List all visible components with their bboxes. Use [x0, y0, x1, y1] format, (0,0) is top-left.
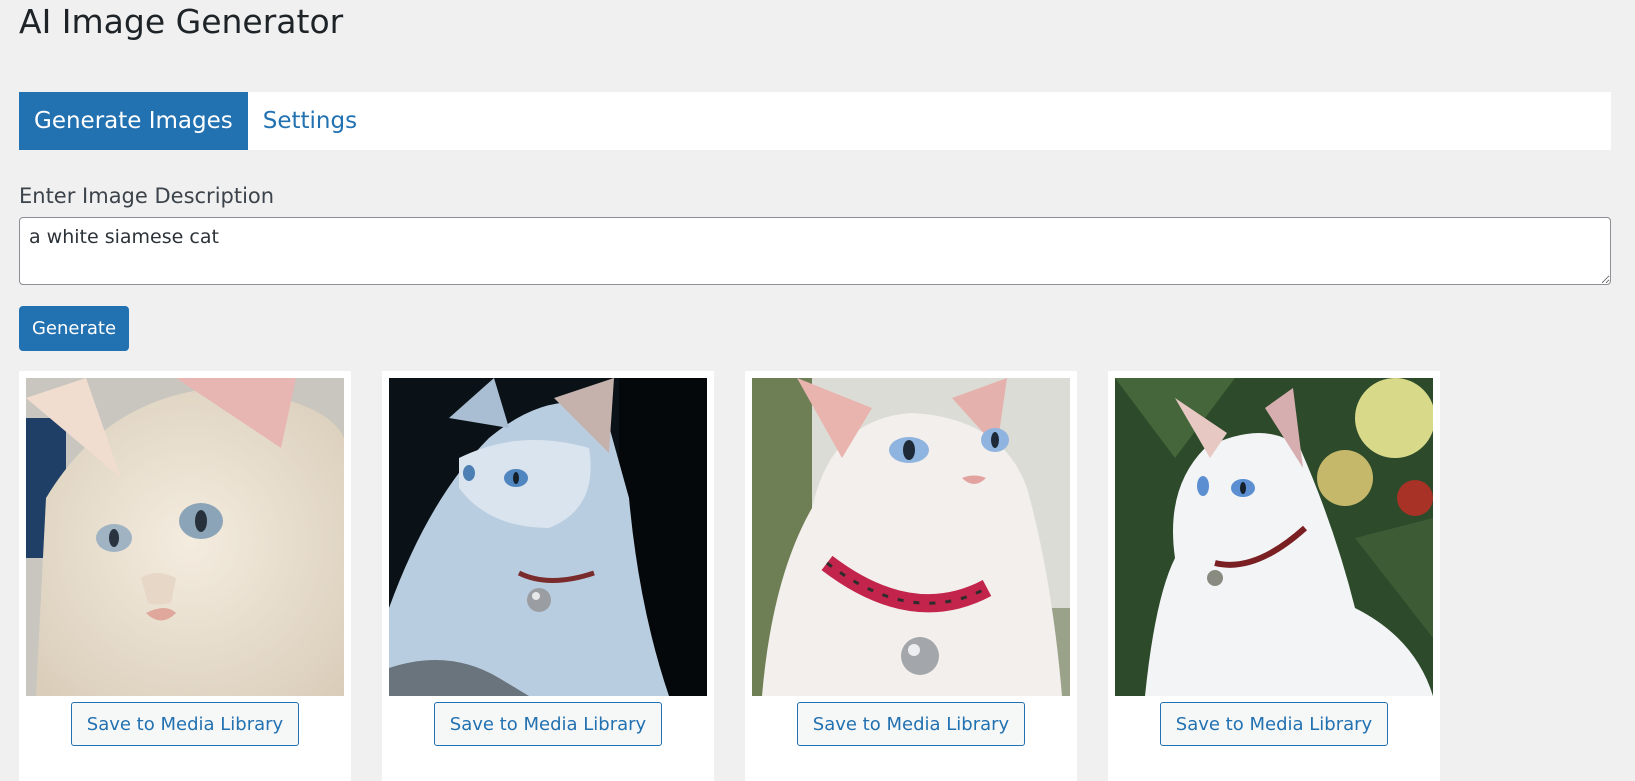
image-card: Save to Media Library — [382, 371, 714, 781]
image-card: Save to Media Library — [19, 371, 351, 781]
page-title: AI Image Generator — [19, 2, 344, 41]
generate-button[interactable]: Generate — [19, 306, 129, 351]
generated-image[interactable] — [26, 378, 344, 696]
tab-settings[interactable]: Settings — [248, 92, 372, 150]
generated-image[interactable] — [1115, 378, 1433, 696]
generated-image[interactable] — [389, 378, 707, 696]
description-label: Enter Image Description — [19, 184, 275, 208]
image-card: Save to Media Library — [1108, 371, 1440, 781]
generated-image[interactable] — [752, 378, 1070, 696]
save-to-media-library-button[interactable]: Save to Media Library — [433, 702, 663, 746]
description-input[interactable]: a white siamese cat — [19, 217, 1611, 285]
tab-generate-images[interactable]: Generate Images — [19, 92, 248, 150]
save-to-media-library-button[interactable]: Save to Media Library — [1159, 702, 1389, 746]
tab-bar: Generate Images Settings — [19, 92, 1611, 150]
save-to-media-library-button[interactable]: Save to Media Library — [796, 702, 1026, 746]
image-card: Save to Media Library — [745, 371, 1077, 781]
image-gallery: Save to Media Library Save to Media Libr… — [19, 371, 1440, 781]
save-to-media-library-button[interactable]: Save to Media Library — [70, 702, 300, 746]
